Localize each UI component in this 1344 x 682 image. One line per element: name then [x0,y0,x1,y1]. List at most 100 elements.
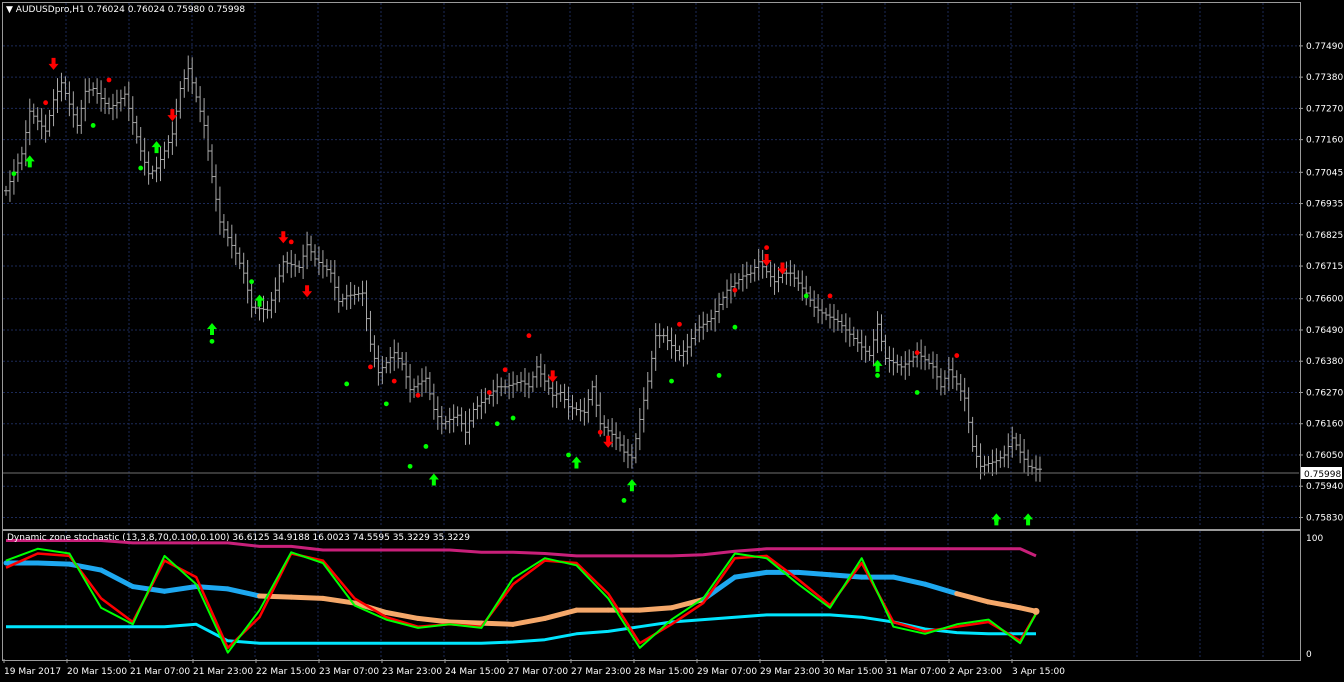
mid-line-segment [257,593,294,600]
down-arrow-icon [48,57,59,70]
mid-line-segment [890,574,928,587]
sell-dot [368,364,373,370]
price-tick-label: 0.77270 [1306,104,1343,114]
symbol-line: AUDUSDpro,H1 0.76024 0.76024 0.75980 0.7… [15,5,246,15]
time-tick-label: 29 Mar 07:00 [697,667,757,677]
time-tick-label: 22 Mar 15:00 [256,667,316,677]
mid-line-segment [447,619,484,626]
price-tick-label: 0.75830 [1306,513,1343,523]
sell-dot [764,245,770,250]
sell-dot [106,77,112,83]
price-tick-label: 0.76715 [1306,262,1343,272]
indicator-title: Dynamic zone stochastic (13,3,8,70,0.100… [7,533,470,543]
time-tick-label: 23 Mar 23:00 [382,667,442,677]
buy-dot [914,390,920,395]
price-axis: 0.77490 0.77380 0.77270 0.77160 0.77045 0.769… [1299,42,1343,523]
time-tick-label: 29 Mar 23:00 [760,667,820,677]
sell-dot [677,321,682,327]
sell-dot [391,378,397,384]
time-tick-label: 28 Mar 15:00 [634,667,694,677]
buy-dot [423,444,429,449]
time-tick-label: 21 Mar 07:00 [130,667,190,677]
mid-line-segment [922,581,960,597]
mid-line-segment [637,605,675,613]
time-tick-label: 27 Mar 07:00 [508,667,568,677]
mid-line-segment [510,615,548,627]
up-arrow-icon [207,322,217,335]
time-tick-label: 31 Mar 07:00 [886,667,946,677]
price-tick-label: 0.77160 [1306,136,1343,146]
buy-dot [732,324,738,330]
sell-dot [502,367,508,373]
sell-dot [43,100,49,106]
price-tick-label: 0.76380 [1306,357,1343,367]
mid-line-segment [795,569,833,578]
current-price-label: 0.75998 [1304,470,1341,480]
price-tick-label: 0.77380 [1306,73,1343,83]
buy-dot [716,373,722,378]
time-tick-label: 2 Apr 23:00 [949,667,1002,677]
price-tick-label: 0.76270 [1306,388,1343,398]
price-tick-label: 0.77045 [1306,168,1343,178]
sell-dot [288,239,294,245]
price-tick-label: 0.76490 [1306,326,1343,336]
mid-line-segment [161,584,199,594]
mid-line-segment [415,615,453,625]
price-tick-label: 0.76050 [1306,451,1343,461]
buy-dot [566,452,571,458]
buy-dot [621,498,627,503]
symbol-header[interactable]: ▼ AUDUSDpro,H1 0.76024 0.76024 0.75980 0… [6,5,245,15]
mid-line-segment [954,591,991,605]
price-bars [4,55,1042,482]
indicator-scale-top: 100 [1306,534,1323,544]
current-price-marker: 0.75998 [3,467,1342,480]
mid-line-segment [985,599,1023,611]
menu-triangle-icon[interactable]: ▼ [6,5,13,15]
buy-dot [494,421,500,427]
mid-line-segment [732,569,770,580]
time-tick-label: 19 Mar 2017 [4,667,61,677]
buy-dot [249,279,255,285]
mid-line-segment [225,586,263,599]
time-tick-label: 20 Mar 15:00 [67,667,127,677]
time-tick-label: 23 Mar 07:00 [319,667,379,677]
time-tick-label: 21 Mar 23:00 [193,667,253,677]
chart-canvas[interactable]: 0.77490 0.77380 0.77270 0.77160 0.77045 0.769… [0,0,1344,682]
stoch-main-line [5,547,1037,654]
indicator-scale-bottom: 0 [1306,650,1312,660]
mid-line-segment [288,594,326,601]
sell-dot [954,353,960,358]
lower-zone-line [6,613,1036,645]
buy-dot [669,378,674,384]
sell-dot [526,333,532,339]
buy-dot [344,381,350,387]
price-tick-label: 0.77490 [1306,42,1343,52]
up-arrow-icon [991,513,1002,526]
buy-dot [803,293,809,299]
buy-dot [407,463,413,469]
sell-dot [827,293,833,299]
mid-line-endpoint [1032,607,1040,615]
buy-dot [510,415,516,421]
mid-line-segment [827,572,865,580]
mid-line-segment [66,561,104,573]
price-tick-label: 0.76825 [1306,231,1343,241]
price-tick-label: 0.75940 [1306,482,1343,492]
down-arrow-icon [302,285,313,298]
price-tick-label: 0.76160 [1306,420,1343,430]
up-arrow-icon [571,456,582,469]
time-tick-label: 30 Mar 15:00 [823,667,883,677]
up-arrow-icon [1023,513,1034,526]
mid-line-segment [542,607,579,621]
time-axis: 19 Mar 2017 20 Mar 15:00 21 Mar 07:00 21 Ma… [3,659,1065,677]
up-arrow-icon [428,473,439,486]
indicator-lines [3,539,1040,654]
buy-dot [209,338,215,344]
time-tick-label: 27 Mar 23:00 [571,667,631,677]
grid [3,3,1298,658]
up-arrow-icon [626,479,637,492]
down-arrow-icon [278,231,289,244]
mid-line-segment [35,560,72,567]
mid-line-segment [478,620,516,627]
mid-line-segment [98,567,136,590]
